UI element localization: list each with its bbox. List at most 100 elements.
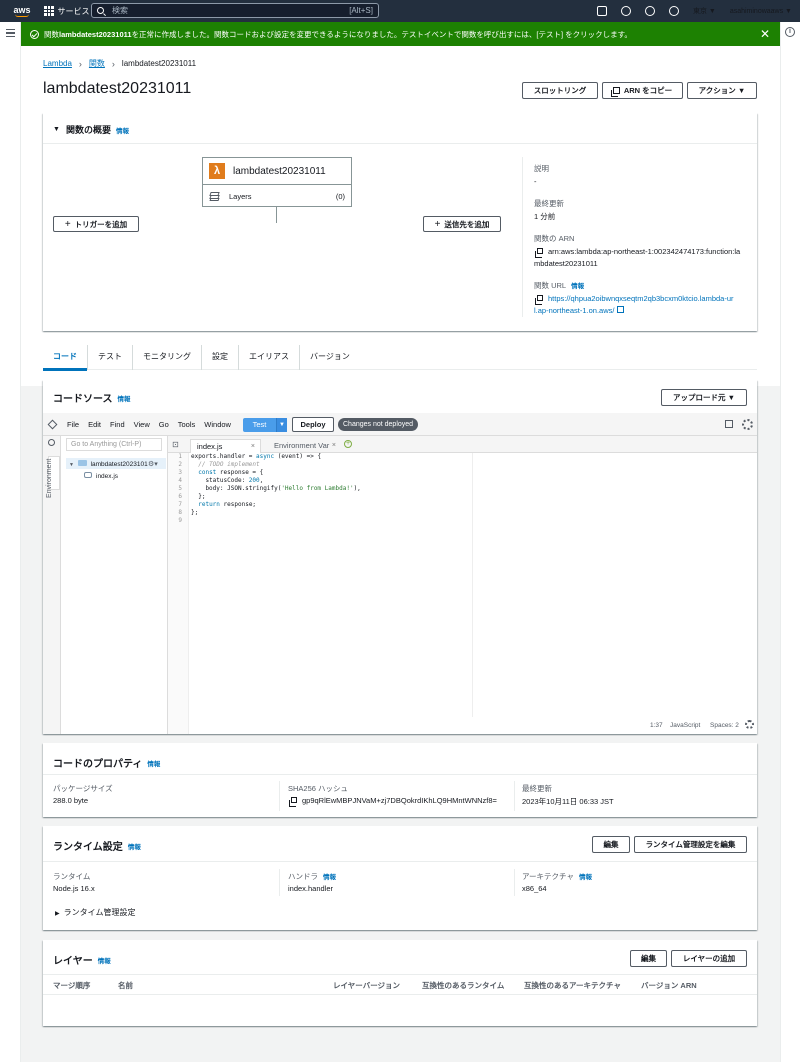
- menu-view[interactable]: View: [134, 420, 150, 429]
- test-button[interactable]: Test ▼: [243, 418, 287, 432]
- nav-right: 東京 ▼ asahiminowaaws ▼: [596, 0, 792, 22]
- tab-aliases[interactable]: エイリアス: [239, 344, 300, 370]
- tab-test[interactable]: テスト: [88, 344, 133, 370]
- region-selector[interactable]: 東京 ▼: [693, 6, 716, 16]
- bell-icon[interactable]: [620, 6, 631, 16]
- code-source-info-link[interactable]: 情報: [118, 393, 131, 403]
- menu-go[interactable]: Go: [159, 420, 169, 429]
- info-icon[interactable]: i: [785, 27, 795, 37]
- grid-icon: [44, 6, 54, 16]
- breadcrumb-lambda[interactable]: Lambda: [43, 59, 72, 68]
- tab-versions[interactable]: バージョン: [300, 345, 360, 370]
- breadcrumb-functions[interactable]: 関数: [89, 58, 105, 69]
- function-card[interactable]: λ lambdatest20231011 Layers (0): [202, 157, 352, 207]
- tab-configuration[interactable]: 設定: [202, 344, 239, 370]
- runtime-management-toggle[interactable]: ▶ ランタイム管理設定: [55, 907, 135, 918]
- copy-arn-button[interactable]: ARN をコピー: [602, 82, 683, 99]
- add-layer-button[interactable]: レイヤーの追加: [671, 950, 747, 967]
- menu-tools[interactable]: Tools: [178, 420, 196, 429]
- external-link-icon: [616, 306, 624, 313]
- plus-icon: +: [434, 218, 441, 230]
- overview-header[interactable]: ▼ 関数の概要 情報: [53, 123, 129, 136]
- file-item[interactable]: index.js: [84, 472, 118, 480]
- throttle-button[interactable]: スロットリング: [522, 82, 598, 99]
- lambda-icon: λ: [209, 163, 225, 179]
- user-menu[interactable]: asahiminowaaws ▼: [730, 8, 792, 15]
- upload-from-button[interactable]: アップロード元 ▼: [661, 389, 747, 406]
- code-editor[interactable]: exports.handler = async (event) => { // …: [191, 453, 471, 734]
- function-arn: arn:aws:lambda:ap-northeast-1:0023424741…: [534, 247, 741, 268]
- copy-icon: [610, 87, 620, 97]
- gear-icon[interactable]: [745, 720, 754, 729]
- deploy-button[interactable]: Deploy: [292, 417, 334, 432]
- page-title: lambdatest20231011: [43, 80, 192, 97]
- copy-icon[interactable]: [535, 295, 543, 305]
- editor-gutter: 1 2 3 4 5 6 7 8 9: [168, 453, 189, 734]
- folder-gear-icon[interactable]: ⚙▾: [148, 460, 158, 468]
- fullscreen-icon[interactable]: [725, 420, 733, 428]
- runtime-edit-button[interactable]: 編集: [592, 836, 630, 853]
- layers-table-header: マージ順序 名前 レイヤーバージョン 互換性のあるランタイム 互換性のあるアーキ…: [43, 975, 757, 995]
- search-icon[interactable]: [48, 439, 55, 446]
- caret-down-icon: ▼: [53, 126, 60, 133]
- goto-anything-input[interactable]: Go to Anything (Ctrl-P): [66, 438, 162, 451]
- help-icon[interactable]: [644, 6, 655, 16]
- changes-badge: Changes not deployed: [338, 418, 419, 431]
- ide-settings-icon[interactable]: [742, 419, 753, 430]
- overview-info-link[interactable]: 情報: [116, 125, 129, 135]
- gear-icon[interactable]: [668, 6, 679, 16]
- caret-right-icon: ▶: [55, 911, 60, 917]
- editor-tab-env[interactable]: Environment Var ×: [268, 439, 340, 453]
- environment-tab[interactable]: Environment: [46, 459, 53, 498]
- edit-runtime-management-button[interactable]: ランタイム管理設定を編集: [634, 836, 747, 853]
- tab-monitoring[interactable]: モニタリング: [133, 344, 202, 370]
- success-flashbar: 関数 lambdatest20231011 を正常に作成しました。関数コードおよ…: [21, 22, 780, 46]
- split-icon[interactable]: ⊡: [172, 440, 179, 449]
- right-sidebar: [780, 22, 800, 1062]
- indent-setting[interactable]: Spaces: 2: [710, 722, 739, 729]
- plus-icon: +: [64, 218, 71, 230]
- add-tab-icon[interactable]: +: [344, 440, 352, 448]
- layers-edit-button[interactable]: 編集: [630, 950, 667, 967]
- chevron-right-icon: ›: [111, 58, 115, 69]
- copy-icon[interactable]: [289, 797, 297, 807]
- close-icon[interactable]: ✕: [760, 27, 770, 41]
- actions-button[interactable]: アクション ▼: [687, 82, 757, 99]
- menu-icon[interactable]: [6, 29, 15, 39]
- services-menu[interactable]: サービス: [44, 6, 90, 17]
- folder-item[interactable]: ▼ lambdatest2023101: [69, 460, 148, 468]
- aws-ide-icon: [47, 419, 58, 430]
- folder-icon: [77, 460, 87, 466]
- add-destination-button[interactable]: + 送信先を追加: [423, 216, 501, 232]
- breadcrumb-current: lambdatest20231011: [121, 59, 197, 68]
- caret-down-icon: ▼: [69, 462, 74, 468]
- sha-value: gp9qRlEwMBPJNVaM+zj7DBQokrdIKhLQ9HMntWNN…: [288, 796, 497, 807]
- menu-file[interactable]: File: [67, 420, 79, 429]
- function-url-link[interactable]: https://qhpua2oibwnqxseqtm2qb3bcxm0ktcio…: [534, 293, 754, 317]
- close-icon: ×: [250, 443, 255, 450]
- layers-icon: [209, 191, 221, 201]
- left-sidebar: [0, 22, 21, 1062]
- function-tabs: コード テスト モニタリング 設定 エイリアス バージョン: [43, 344, 757, 371]
- language-mode[interactable]: JavaScript: [670, 722, 700, 729]
- file-icon: [84, 472, 92, 478]
- file-tree: [61, 436, 168, 734]
- aws-logo[interactable]: aws: [8, 5, 36, 17]
- menu-window[interactable]: Window: [204, 420, 231, 429]
- cursor-position[interactable]: 1:37: [650, 722, 663, 729]
- chevron-right-icon: ›: [78, 58, 82, 69]
- menu-find[interactable]: Find: [110, 420, 125, 429]
- editor-tab-index[interactable]: index.js ×: [190, 439, 261, 453]
- copy-icon[interactable]: [535, 248, 543, 258]
- menu-edit[interactable]: Edit: [88, 420, 101, 429]
- add-trigger-button[interactable]: + トリガーを追加: [53, 216, 139, 232]
- search-icon: [97, 7, 104, 14]
- close-icon: ×: [331, 442, 336, 449]
- tab-code[interactable]: コード: [43, 344, 88, 371]
- success-icon: [30, 29, 39, 39]
- editor-statusbar: 1:37 JavaScript Spaces: 2: [168, 717, 757, 734]
- caret-down-icon: ▼: [276, 418, 287, 432]
- cloudshell-icon[interactable]: [596, 6, 607, 16]
- breadcrumb: Lambda › 関数 › lambdatest20231011: [43, 58, 196, 69]
- search-input[interactable]: 検索 [Alt+S]: [91, 3, 379, 18]
